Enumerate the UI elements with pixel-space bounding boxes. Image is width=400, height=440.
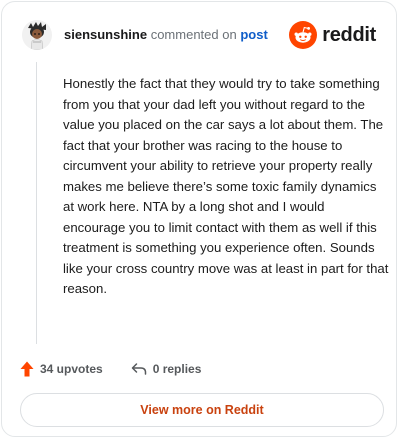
- comment-actions: 34 upvotes 0 replies: [20, 359, 201, 379]
- comment-body: Honestly the fact that they would try to…: [63, 76, 389, 296]
- upvote-count: 34 upvotes: [40, 362, 103, 376]
- view-more-button[interactable]: View more on Reddit: [20, 393, 384, 427]
- action-text: commented on: [150, 27, 237, 42]
- upvote-button[interactable]: 34 upvotes: [20, 361, 103, 377]
- thread-line: [36, 62, 37, 344]
- reddit-wordmark: reddit: [322, 23, 376, 46]
- reply-count: 0 replies: [152, 362, 202, 376]
- user-avatar[interactable]: [22, 20, 52, 50]
- reddit-brand[interactable]: reddit: [289, 20, 376, 50]
- post-link[interactable]: post: [240, 27, 267, 42]
- comment-embed-card: siensunshine commented on post reddit Ho…: [1, 1, 397, 437]
- reply-arrow-icon: [131, 363, 146, 375]
- comment-header: siensunshine commented on post reddit: [22, 20, 380, 52]
- username-link[interactable]: siensunshine: [64, 27, 147, 42]
- arrow-up-icon: [20, 361, 34, 377]
- replies-button[interactable]: 0 replies: [131, 362, 202, 376]
- reddit-logo-icon: [289, 21, 318, 49]
- avatar-icon: [22, 20, 52, 50]
- comment-meta: siensunshine commented on post: [64, 27, 268, 42]
